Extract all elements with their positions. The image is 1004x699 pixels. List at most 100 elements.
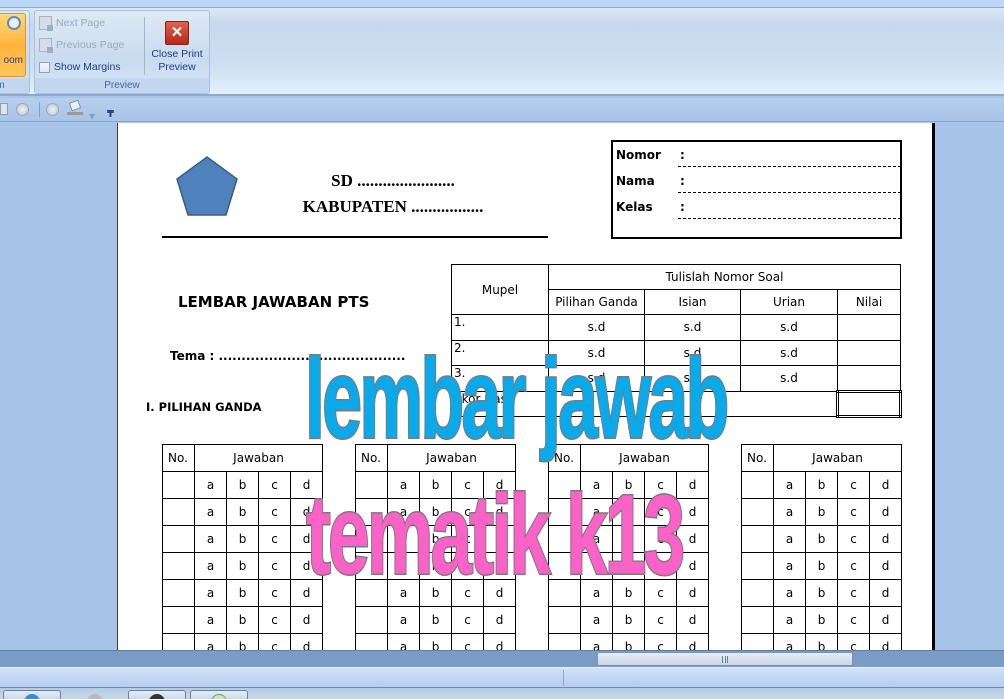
answer-row: abcd (355, 633, 516, 650)
option-cell: a (194, 552, 227, 580)
next-page-icon (39, 16, 53, 31)
school-header: SD ....................... KABUPATEN ...… (258, 168, 528, 220)
option-cell: d (483, 606, 516, 634)
id-label: Nomor (616, 148, 661, 162)
cell: s.d (644, 339, 741, 366)
cell: s.d (548, 314, 645, 341)
option-cell: c (258, 579, 291, 607)
previous-page-button[interactable]: Previous Page (39, 36, 124, 54)
answer-row: abcd (355, 579, 516, 607)
circle-button-icon[interactable] (16, 103, 29, 116)
option-cell: a (387, 552, 420, 580)
close-print-preview-button[interactable]: ✕ Close Print Preview (147, 13, 207, 77)
document-icon[interactable] (0, 103, 8, 115)
zoom-group: oom oom (0, 10, 30, 94)
group-separator (144, 17, 145, 75)
answer-table: No. Jawaban a b c d a b c d a b c d a b c d a b c d a b c d a b c d (548, 444, 709, 650)
option-cell: a (580, 471, 613, 499)
question-number-cell (162, 498, 195, 526)
question-number-cell (548, 633, 581, 650)
id-colon: : (680, 174, 685, 188)
next-page-button[interactable]: Next Page (39, 14, 105, 32)
customize-toolbar-icon[interactable]: ₸ (107, 102, 114, 121)
cell: s.d (644, 365, 741, 392)
horizontal-scrollbar[interactable] (0, 650, 1004, 667)
answer-row: abcd (162, 633, 323, 650)
answer-table: No. Jawaban a b c d a b c d a b c d a b c d a b c d a b c d a b c d (355, 444, 516, 650)
option-cell: d (676, 498, 709, 526)
option-cell: a (773, 471, 806, 499)
option-cell: d (290, 606, 323, 634)
col-header: Urian (740, 289, 838, 315)
tema-field: Tema : .................................… (170, 349, 406, 363)
taskbar-browser-button[interactable] (3, 690, 61, 699)
question-number-cell (741, 552, 774, 580)
taskbar-excel-button[interactable] (190, 690, 248, 699)
dropdown-arrow-icon[interactable]: ▼ (89, 104, 95, 123)
option-cell: b (805, 498, 838, 526)
option-cell: a (387, 471, 420, 499)
option-cell: b (805, 606, 838, 634)
row-label: 3. (451, 365, 549, 392)
option-cell: b (805, 633, 838, 650)
option-cell: d (869, 552, 902, 580)
fill-color-icon[interactable] (67, 99, 83, 116)
option-cell: d (290, 579, 323, 607)
question-number-cell (741, 525, 774, 553)
title-strip (0, 0, 1004, 8)
browser-icon (24, 694, 40, 699)
taskbar-media-button[interactable] (128, 690, 186, 699)
status-divider (563, 670, 564, 686)
question-number-cell (355, 633, 388, 650)
zoom-button-label: oom (3, 55, 23, 66)
total-row: Skor Hasil (451, 389, 902, 418)
fill-in-line (678, 192, 901, 193)
option-cell: b (805, 471, 838, 499)
option-cell: d (483, 633, 516, 650)
cell (837, 339, 901, 366)
option-cell: a (194, 633, 227, 650)
option-cell: d (483, 579, 516, 607)
school-logo-pentagon-icon (176, 156, 238, 216)
option-cell: c (837, 552, 870, 580)
id-row-nama: Nama : (616, 170, 901, 193)
answer-row: abcd (741, 633, 902, 650)
question-number-cell (355, 579, 388, 607)
option-cell: d (676, 471, 709, 499)
taskbar-explorer-button[interactable] (66, 690, 124, 699)
circle-button-icon[interactable] (46, 103, 59, 116)
show-margins-toggle[interactable]: Show Margins (39, 58, 121, 76)
option-cell: c (644, 471, 677, 499)
option-cell: c (644, 633, 677, 650)
option-cell: d (483, 552, 516, 580)
option-cell: c (451, 525, 484, 553)
option-cell: b (612, 525, 645, 553)
answer-row: abcd (741, 552, 902, 580)
option-cell: b (805, 552, 838, 580)
show-margins-checkbox[interactable] (39, 61, 50, 73)
zoom-button[interactable]: oom (0, 13, 26, 77)
answer-table: No. Jawaban a b c d a b c d a b c d a b c d a b c d a b c d a b c d (162, 444, 323, 650)
answer-row: abcd (741, 579, 902, 607)
col-header: Pilihan Ganda (548, 289, 645, 315)
option-cell: a (387, 633, 420, 650)
district-line: KABUPATEN ................. (302, 197, 484, 216)
option-cell: b (612, 471, 645, 499)
question-number-cell (741, 498, 774, 526)
option-cell: d (290, 552, 323, 580)
scrollbar-thumb[interactable] (597, 652, 853, 666)
option-cell: b (419, 498, 452, 526)
magnifier-icon (7, 16, 21, 30)
option-cell: d (483, 471, 516, 499)
option-cell: c (451, 471, 484, 499)
id-row-kelas: Kelas : (616, 196, 901, 219)
cell: s.d (740, 365, 838, 392)
page: SD ....................... KABUPATEN ...… (117, 123, 935, 650)
option-cell: c (837, 498, 870, 526)
question-number-cell (355, 525, 388, 553)
option-cell: a (580, 525, 613, 553)
option-cell: c (258, 498, 291, 526)
answer-row: abcd (741, 606, 902, 634)
option-cell: b (419, 471, 452, 499)
jawaban-header: Jawaban (387, 444, 516, 472)
